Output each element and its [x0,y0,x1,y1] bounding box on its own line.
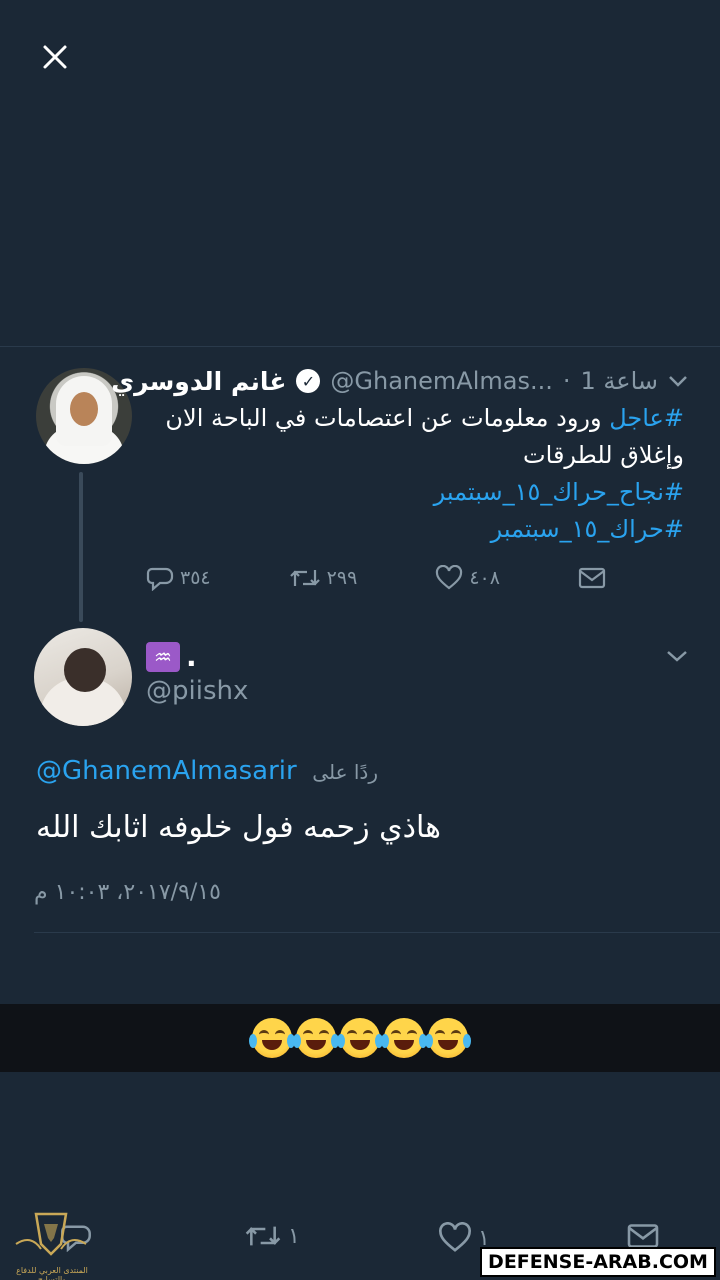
laughing-tears-emoji [293,1018,339,1058]
bottom-message-button[interactable] [626,1222,660,1250]
close-button[interactable] [30,32,80,82]
reply-divider [34,932,720,933]
laughing-tears-emoji [425,1018,471,1058]
retweet-count: ٢٩٩ [326,567,358,589]
forum-logo-text: المنتدى العربي للدفاع والتسليح [16,1266,88,1280]
tweet-text-line: وإغلاق للطرقات [523,441,684,469]
aquarius-emoji: ♒ [146,642,180,672]
close-icon [43,45,67,69]
hashtag-link[interactable]: #نجاح_حراك_١٥_سبتمبر [154,474,684,511]
tweet-text: #عاجل ورود معلومات عن اعتصامات في الباحة… [154,400,684,548]
separator: · [562,367,571,395]
envelope-icon [627,1224,659,1248]
laughing-tears-emoji [249,1018,295,1058]
reply-text: هاذي زحمه فول خلوفه اثابك الله [36,810,441,845]
reply-handle[interactable]: @piishx [146,676,248,706]
top-divider [0,346,720,347]
retweet-icon [289,570,320,586]
reply-button[interactable]: ٣٥٤ [146,565,211,591]
display-name[interactable]: غانم الدوسري [111,367,286,396]
reply-icon [146,567,174,591]
like-count: ٤٠٨ [469,567,500,589]
verified-icon: ✓ [296,369,321,393]
hashtag-link[interactable]: #حراك_١٥_سبتمبر [154,511,684,548]
tweet-text-line: ورود معلومات عن اعتصامات في الباحة الان [165,404,610,432]
tweet-header: غانم الدوسري ✓ @GhanemAlmas... · 1 ساعة [111,366,688,396]
retweet-icon [245,1226,281,1246]
reply-display-name[interactable]: . [186,640,197,673]
hashtag-link[interactable]: #عاجل [609,404,684,432]
tweet-actions: ٣٥٤ ٢٩٩ ٤٠٨ [146,558,606,598]
laughing-tears-emoji [337,1018,383,1058]
replying-to-label: ردًا على [312,760,378,784]
like-button[interactable]: ٤٠٨ [435,565,500,591]
emoji-band [0,1004,720,1072]
message-button[interactable] [578,566,606,590]
heart-icon [436,565,463,590]
envelope-icon [578,567,606,589]
bottom-retweet-button[interactable]: ١ [244,1222,300,1250]
heart-icon [439,1222,471,1252]
thread-line [79,472,83,622]
reply-timestamp: ٢٠١٧/٩/١٥، ١٠:٠٣ م [34,880,221,905]
tweet-timestamp: 1 ساعة [580,367,658,395]
chevron-down-icon[interactable] [666,644,688,669]
reply-avatar[interactable] [34,628,132,726]
reply-count: ٣٥٤ [180,567,211,589]
bottom-retweet-count: ١ [288,1223,300,1249]
retweet-button[interactable]: ٢٩٩ [289,566,358,590]
tweet-handle[interactable]: @GhanemAlmas... [330,367,552,395]
watermark: DEFENSE-ARAB.COM [480,1247,716,1277]
laughing-tears-emoji [381,1018,427,1058]
chevron-down-icon[interactable] [668,369,688,394]
replying-to-handle[interactable]: @GhanemAlmasarir [36,756,297,786]
